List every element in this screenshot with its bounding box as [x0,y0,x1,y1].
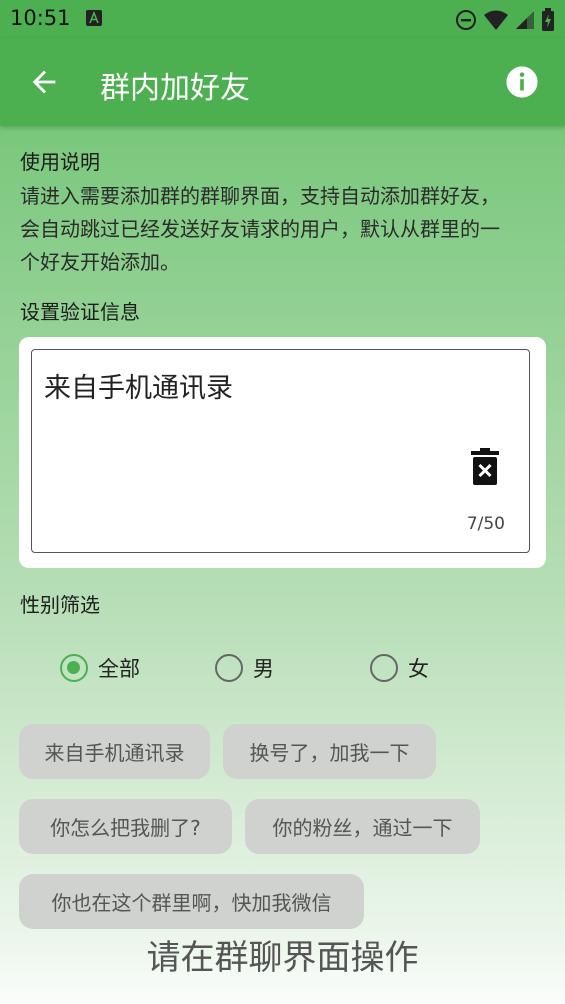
instructions-text: 请进入需要添加群的群聊界面，支持自动添加群好友， 会自动跳过已经发送好友请求的用… [20,180,552,279]
verification-input-value: 来自手机通讯录 [44,373,233,404]
radio-female[interactable]: 女 [370,648,429,688]
verification-card: 来自手机通讯录 7/50 [19,337,546,568]
trash-x-icon[interactable] [470,448,500,486]
info-button[interactable] [500,62,544,106]
signal-icon [515,10,535,34]
preset-chip[interactable]: 来自手机通讯录 [19,724,210,779]
instructions-line: 会自动跳过已经发送好友请求的用户，默认从群里的一 [20,217,500,241]
page-title: 群内加好友 [100,71,250,106]
preset-chip[interactable]: 你的粉丝，通过一下 [245,799,480,854]
preset-chip[interactable]: 你也在这个群里啊，快加我微信 [19,874,364,929]
radio-circle [370,654,398,682]
arrow-back-icon [27,65,61,103]
verification-input[interactable]: 来自手机通讯录 7/50 [31,349,530,553]
radio-label: 女 [408,657,429,681]
gender-filter-title: 性别筛选 [20,593,100,617]
status-time: 10:51 [10,6,71,30]
preset-chip[interactable]: 换号了，加我一下 [223,724,436,779]
status-bar: 10:51 [0,0,565,38]
radio-circle [215,654,243,682]
radio-male[interactable]: 男 [215,648,274,688]
radio-label: 全部 [98,657,140,681]
instructions-title: 使用说明 [20,150,100,174]
a-notification-icon [86,10,102,26]
preset-chip[interactable]: 你怎么把我删了? [19,799,232,854]
bottom-hint: 请在群聊界面操作 [146,938,419,978]
back-button[interactable] [22,62,66,106]
verification-title: 设置验证信息 [20,300,140,324]
instructions-line: 个好友开始添加。 [20,250,180,274]
char-counter: 7/50 [466,514,505,534]
do-not-disturb-icon [455,9,477,35]
radio-all[interactable]: 全部 [60,648,140,688]
app-bar: 群内加好友 [0,38,565,126]
battery-icon [541,8,555,36]
gender-radio-group: 全部 男 女 [0,648,565,688]
radio-circle [60,654,88,682]
wifi-icon [483,9,509,35]
instructions-line: 请进入需要添加群的群聊界面，支持自动添加群好友， [20,184,500,208]
radio-label: 男 [253,657,274,681]
info-icon [505,65,539,103]
